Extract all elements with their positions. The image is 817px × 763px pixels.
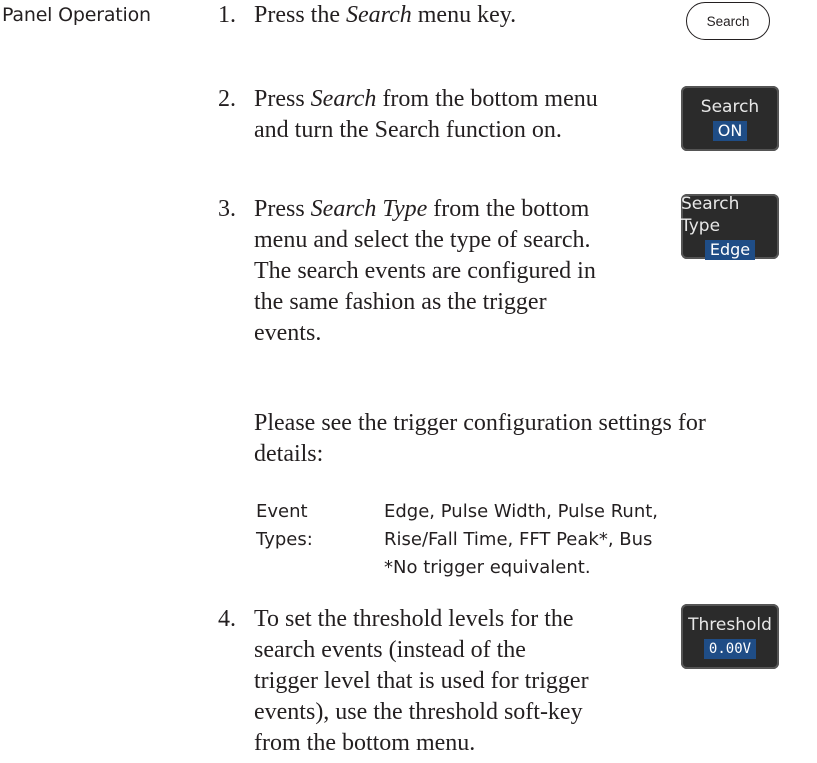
step-number: 1.	[218, 2, 236, 28]
step-3-line-3: The search events are configured in	[254, 258, 596, 284]
step-3: 3. Press Search Type from the bottom men…	[218, 194, 678, 349]
step-number: 2.	[218, 86, 236, 112]
step-number: 3.	[218, 196, 236, 222]
step-4-line-3: trigger level that is used for trigger	[254, 668, 589, 694]
step-4: 4. To set the threshold levels for the s…	[218, 604, 678, 759]
step-3-line-5: events.	[254, 320, 322, 346]
step-1-line: Press the Search menu key.	[254, 2, 517, 28]
step-3-line-2: menu and select the type of search.	[254, 227, 591, 253]
event-types-value-2: Rise/Fall Time, FFT Peak*, Bus	[384, 529, 653, 550]
note-line-2: details:	[254, 441, 324, 467]
step-4-line-1: To set the threshold levels for the	[254, 606, 574, 632]
step-2: 2. Press Search from the bottom menu and…	[218, 84, 678, 146]
step-2-line-2: and turn the Search function on.	[254, 117, 562, 143]
note-line-1: Please see the trigger configuration set…	[254, 410, 706, 436]
threshold-softkey-value: 0.00V	[703, 639, 757, 659]
search-type-softkey-title: Search Type	[681, 194, 740, 236]
event-types-label-2: Types:	[256, 529, 313, 550]
step-number: 4.	[218, 606, 236, 632]
step-1: 1. Press the Search menu key.	[218, 0, 678, 31]
search-type-softkey-value: Edge	[704, 240, 756, 260]
threshold-softkey: Threshold 0.00V	[681, 604, 779, 669]
event-types-label-1: Event	[256, 501, 308, 522]
step-4-line-2: search events (instead of the	[254, 637, 526, 663]
search-softkey-title: Search	[700, 97, 760, 117]
search-type-softkey: Search Type Edge	[681, 194, 779, 260]
step-3-line-1: Press Search Type from the bottom	[254, 196, 590, 222]
event-types-value-1: Edge, Pulse Width, Pulse Runt,	[384, 501, 659, 522]
section-label: Panel Operation	[2, 4, 151, 26]
search-menu-key: Search	[686, 2, 770, 40]
step-2-line-1: Press Search from the bottom menu	[254, 86, 598, 112]
step-4-line-5: from the bottom menu.	[254, 730, 476, 756]
event-types-footnote: *No trigger equivalent.	[384, 557, 591, 578]
step-4-line-4: events), use the threshold soft-key	[254, 699, 583, 725]
step-3-line-4: the same fashion as the trigger	[254, 289, 547, 315]
note-paragraph: Please see the trigger configuration set…	[254, 408, 814, 470]
search-softkey: Search ON	[681, 86, 779, 151]
search-softkey-value: ON	[712, 121, 748, 141]
threshold-softkey-title: Threshold	[688, 615, 772, 635]
